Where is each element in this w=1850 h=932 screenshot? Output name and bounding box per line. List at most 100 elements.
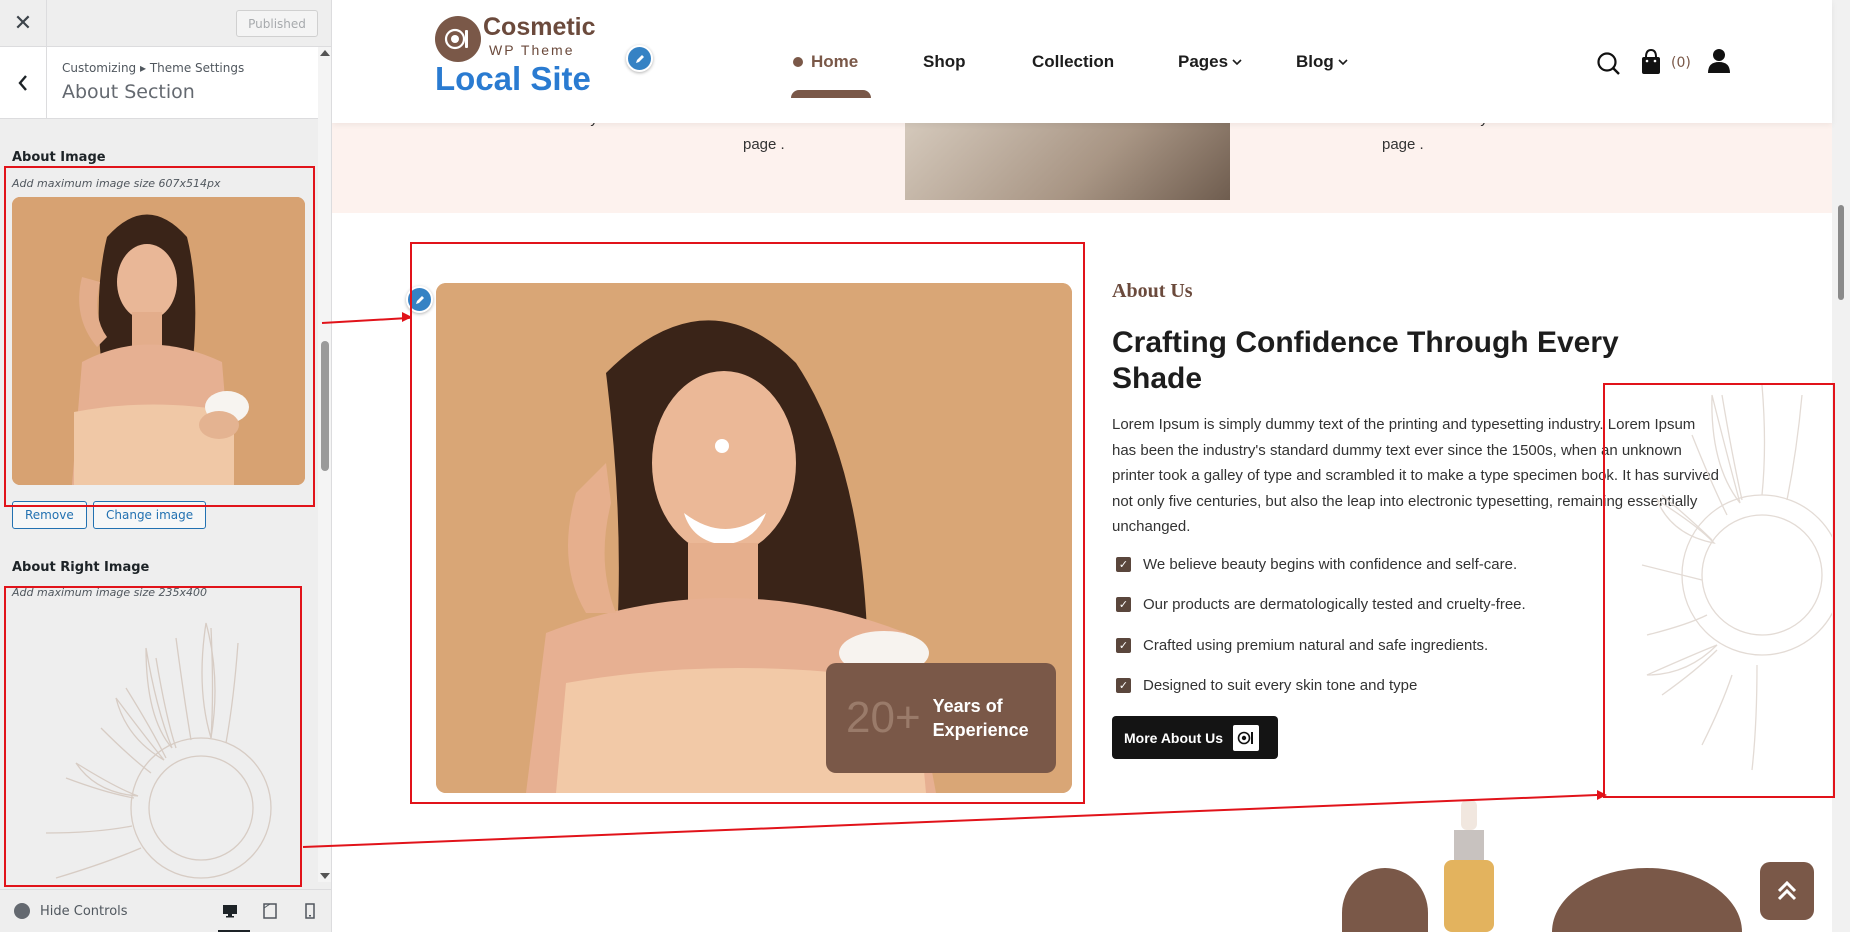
checklist-item: ✓ Crafted using premium natural and safe … <box>1116 637 1488 654</box>
cart-count: (0) <box>1671 55 1691 71</box>
about-image-description: Add maximum image size 607x514px <box>12 177 221 190</box>
double-chevron-up-icon <box>1777 880 1797 901</box>
home-dot-icon <box>793 57 803 67</box>
nav-shop[interactable]: Shop <box>923 52 966 72</box>
nav-home-active-indicator <box>791 90 871 98</box>
band-right-text-line2: page . <box>1382 136 1424 153</box>
checkbox-icon: ✓ <box>1116 597 1131 612</box>
checklist-item: ✓ Our products are dermatologically teste… <box>1116 596 1526 613</box>
customizer-footer: Hide Controls <box>0 889 331 932</box>
edit-site-title-button[interactable] <box>626 45 653 72</box>
pencil-icon <box>415 295 424 304</box>
checklist-text: Crafted using premium natural and safe i… <box>1143 637 1489 654</box>
annotation-arrowhead <box>402 312 412 322</box>
more-about-us-button[interactable]: More About Us <box>1112 716 1278 759</box>
customizer-panel: ✕ Published Customizing ▸ Theme Settings… <box>0 0 332 932</box>
desktop-icon <box>223 905 237 918</box>
customizer-screen: { "customizer": { "published_label": "Pu… <box>0 0 1850 932</box>
checkbox-icon: ✓ <box>1116 638 1131 653</box>
experience-badge: 20+ Years of Experience <box>826 663 1056 773</box>
scroll-down-arrow-icon[interactable] <box>320 873 330 879</box>
section-header: Customizing ▸ Theme Settings About Secti… <box>0 47 318 119</box>
nav-home[interactable]: Home <box>793 52 858 72</box>
nav-home-label: Home <box>811 52 859 71</box>
nav-pages[interactable]: Pages <box>1178 52 1242 72</box>
cart-button[interactable] <box>1640 49 1662 75</box>
experience-text-line1: Years of <box>932 696 1003 716</box>
hide-controls-button[interactable]: Hide Controls <box>14 903 128 919</box>
preview-mobile-button[interactable] <box>300 901 320 921</box>
nav-pages-label: Pages <box>1178 52 1229 71</box>
checklist-text: Our products are dermatologically tested… <box>1143 596 1526 613</box>
nav-blog[interactable]: Blog <box>1296 52 1348 72</box>
nav-collection[interactable]: Collection <box>1032 52 1114 72</box>
remove-image-button[interactable]: Remove <box>12 501 87 529</box>
chevron-down-icon <box>1232 59 1242 66</box>
about-image-thumbnail[interactable] <box>12 197 305 485</box>
experience-text: Years of Experience <box>933 694 1029 742</box>
about-main-image[interactable]: 20+ Years of Experience <box>436 283 1072 793</box>
back-to-top-button[interactable] <box>1760 862 1814 920</box>
preview-scrollbar[interactable] <box>1832 0 1850 932</box>
compact-mirror-icon <box>444 28 468 50</box>
shopping-bag-icon <box>1642 49 1660 74</box>
close-icon: ✕ <box>13 11 33 36</box>
search-button[interactable] <box>1596 51 1622 77</box>
nav-shop-label: Shop <box>923 52 966 71</box>
experience-number: 20+ <box>846 693 921 742</box>
breadcrumb: Customizing ▸ Theme Settings <box>62 61 245 75</box>
hide-controls-label: Hide Controls <box>40 903 128 919</box>
published-button[interactable]: Published <box>236 10 318 37</box>
nav-blog-label: Blog <box>1296 52 1334 71</box>
sunflower-decoration-image <box>1602 375 1843 795</box>
checkbox-icon: ✓ <box>1116 557 1131 572</box>
more-about-us-label: More About Us <box>1124 729 1224 746</box>
preview-desktop-button[interactable] <box>220 901 240 921</box>
site-header: Cosmetic WP Theme Local Site Home Shop C… <box>332 0 1832 123</box>
site-preview: Cosmetic WP Theme Local Site Home Shop C… <box>332 0 1850 932</box>
customizer-header: ✕ Published <box>0 0 331 47</box>
about-right-image-thumbnail[interactable] <box>6 598 300 888</box>
mobile-icon <box>305 903 315 919</box>
band-left-text-line2: page . <box>743 136 785 153</box>
annotation-arrowhead <box>1597 790 1607 800</box>
back-button[interactable] <box>0 47 47 119</box>
checklist-item: ✓ Designed to suit every skin tone and ty… <box>1116 677 1417 694</box>
site-title[interactable]: Local Site <box>435 60 591 98</box>
preview-scroll-thumb[interactable] <box>1838 205 1844 300</box>
logo-icon[interactable] <box>435 16 481 62</box>
pencil-icon <box>635 54 644 63</box>
chevron-down-icon <box>1338 59 1348 66</box>
hexagon-decoration <box>1552 868 1742 932</box>
edit-about-image-button[interactable] <box>406 286 433 313</box>
sunflower-outline-image <box>45 622 272 879</box>
about-heading: Crafting Confidence Through Every Shade <box>1112 326 1619 395</box>
checkbox-icon: ✓ <box>1116 678 1131 693</box>
scroll-up-arrow-icon[interactable] <box>320 50 330 56</box>
woman-portrait-thumbnail-image <box>12 197 305 485</box>
nav-collection-label: Collection <box>1032 52 1115 71</box>
close-customizer-button[interactable]: ✕ <box>0 0 47 47</box>
panel-scroll-thumb[interactable] <box>321 341 329 471</box>
serum-bottle-image <box>1436 800 1502 932</box>
user-icon <box>1708 49 1730 73</box>
compact-mirror-icon <box>1233 724 1260 751</box>
hide-controls-icon <box>14 903 30 919</box>
checklist-text: We believe beauty begins with confidence… <box>1143 556 1518 573</box>
account-button[interactable] <box>1707 48 1731 74</box>
about-image-label: About Image <box>12 150 106 165</box>
about-kicker: About Us <box>1112 280 1193 302</box>
checklist-text: Designed to suit every skin tone and typ… <box>1143 677 1418 694</box>
checklist-item: ✓ We believe beauty begins with confidenc… <box>1116 556 1517 573</box>
hexagon-decoration <box>1342 868 1428 932</box>
section-title: About Section <box>62 81 195 103</box>
chevron-left-icon <box>18 75 27 91</box>
search-icon <box>1597 52 1620 75</box>
logo-tagline: WP Theme <box>489 42 575 58</box>
tablet-icon <box>263 903 277 919</box>
experience-text-line2: Experience <box>932 720 1029 740</box>
about-right-image-label: About Right Image <box>12 560 150 575</box>
logo-name[interactable]: Cosmetic <box>483 13 596 42</box>
preview-tablet-button[interactable] <box>260 901 280 921</box>
change-image-button[interactable]: Change image <box>93 501 207 529</box>
